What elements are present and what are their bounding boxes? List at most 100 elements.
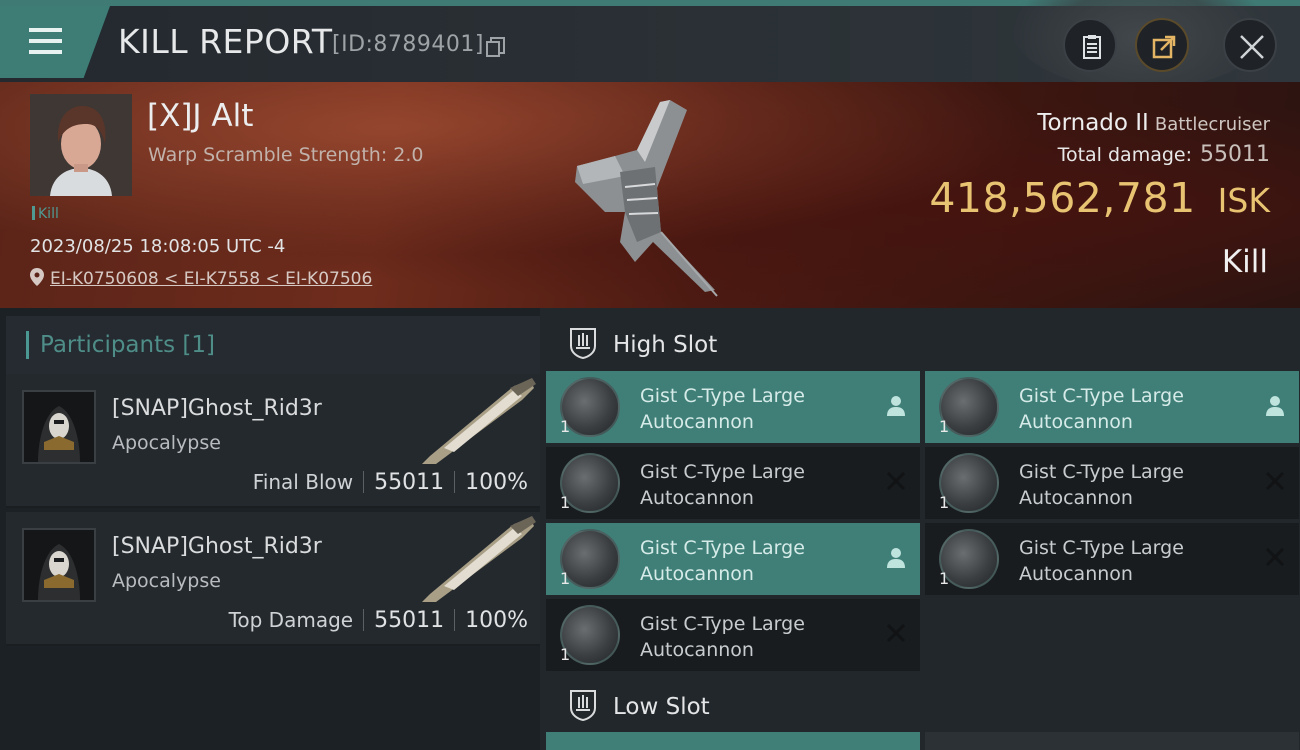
share-button[interactable] <box>1135 18 1189 72</box>
slot-module-partial[interactable] <box>925 732 1299 750</box>
module-name-line1: Gist C-Type Large <box>640 461 805 483</box>
kill-tag-label: Kill <box>38 206 59 222</box>
location-link[interactable]: EI-K0750608 < EI-K7558 < EI-K07506 <box>50 269 372 289</box>
participant-ship: Apocalypse <box>112 432 221 454</box>
ship-name-line: Tornado II Battlecruiser <box>1020 110 1270 136</box>
module-quantity: 1 <box>939 417 950 436</box>
module-name-line2: Autocannon <box>1019 563 1133 585</box>
close-button[interactable] <box>1223 18 1277 72</box>
module-quantity: 1 <box>939 569 950 588</box>
module-name-line2: Autocannon <box>1019 487 1133 509</box>
slot-module[interactable]: 1 Gist C-Type Large Autocannon <box>546 599 920 671</box>
cross-icon <box>1265 547 1285 567</box>
top-bar: KILL REPORT [ID:8789401] <box>0 0 1300 90</box>
participants-title: Participants [1] <box>40 332 215 358</box>
total-damage-value: 55011 <box>1200 142 1270 167</box>
module-quantity: 1 <box>560 417 571 436</box>
fitting-slots-panel: High Slot 1 Gist C-Type Large Autocannon … <box>540 308 1300 750</box>
stats-separator <box>363 471 365 493</box>
low-slot-icon <box>570 690 596 722</box>
ship-name: Tornado II <box>1037 110 1149 136</box>
participant-avatar[interactable] <box>22 390 96 464</box>
module-name-line1: Gist C-Type Large <box>640 613 805 635</box>
participants-header-bar <box>26 331 29 359</box>
module-name-line1: Gist C-Type Large <box>640 385 805 407</box>
module-name-line1: Gist C-Type Large <box>1019 385 1184 407</box>
share-icon <box>1152 35 1176 59</box>
report-id: [ID:8789401] <box>332 32 484 57</box>
module-quantity: 1 <box>560 493 571 512</box>
high-slot-icon <box>570 328 596 360</box>
isk-unit: ISK <box>1217 181 1270 220</box>
participant-avatar[interactable] <box>22 528 96 602</box>
person-icon <box>1266 396 1284 416</box>
slot-module-partial[interactable] <box>546 732 920 750</box>
slot-module[interactable]: 1 Gist C-Type Large Autocannon <box>925 523 1299 595</box>
person-icon <box>887 548 905 568</box>
participant-role: Top Damage <box>228 608 354 632</box>
high-slot-header: High Slot <box>546 312 1300 372</box>
hamburger-menu-icon <box>24 26 62 56</box>
slot-module[interactable]: 1 Gist C-Type Large Autocannon <box>546 523 920 595</box>
cross-icon <box>1265 471 1285 491</box>
participant-damage: 55011 <box>374 470 445 495</box>
module-name: Gist C-Type Large Autocannon <box>640 383 860 435</box>
participant-percent: 100% <box>465 470 528 495</box>
kill-location[interactable]: EI-K0750608 < EI-K7558 < EI-K07506 <box>30 268 372 289</box>
participant-stats: Top Damage 55011 100% <box>166 608 528 633</box>
stats-separator <box>363 609 365 631</box>
clipboard-button[interactable] <box>1063 18 1117 72</box>
module-name-line1: Gist C-Type Large <box>1019 461 1184 483</box>
menu-button[interactable] <box>0 6 110 78</box>
slot-module[interactable]: 1 Gist C-Type Large Autocannon <box>925 447 1299 519</box>
victim-name[interactable]: [X]J Alt <box>147 98 253 134</box>
copy-icon[interactable] <box>486 37 506 57</box>
slot-module[interactable]: 1 Gist C-Type Large Autocannon <box>925 371 1299 443</box>
stats-separator <box>454 609 456 631</box>
participant-name: [SNAP]Ghost_Rid3r <box>112 534 322 559</box>
isk-value-line: 418,562,781 ISK <box>900 174 1270 222</box>
slot-module[interactable]: 1 Gist C-Type Large Autocannon <box>546 447 920 519</box>
module-name: Gist C-Type Large Autocannon <box>1019 535 1239 587</box>
victim-avatar[interactable] <box>30 94 132 196</box>
module-name-line2: Autocannon <box>640 639 754 661</box>
module-name-line2: Autocannon <box>1019 411 1133 433</box>
module-quantity: 1 <box>560 645 571 664</box>
stats-separator <box>454 471 456 493</box>
kill-datetime: 2023/08/25 18:08:05 UTC -4 <box>30 236 286 257</box>
kill-result: Kill <box>1221 244 1268 280</box>
cross-icon <box>886 471 906 491</box>
participant-percent: 100% <box>465 608 528 633</box>
person-icon <box>887 396 905 416</box>
low-slot-header: Low Slot <box>546 674 1300 734</box>
participants-panel: Participants [1] [SNAP]Ghost_Rid3r Apoca… <box>0 308 540 750</box>
module-name: Gist C-Type Large Autocannon <box>640 611 860 663</box>
victim-hero-panel: [X]J Alt Warp Scramble Strength: 2.0 Kil… <box>0 82 1300 308</box>
module-name-line2: Autocannon <box>640 563 754 585</box>
module-name-line2: Autocannon <box>640 487 754 509</box>
module-name-line1: Gist C-Type Large <box>1019 537 1184 559</box>
participant-row[interactable]: [SNAP]Ghost_Rid3r Apocalypse Final Blow 5… <box>6 374 540 508</box>
slot-module[interactable]: 1 Gist C-Type Large Autocannon <box>546 371 920 443</box>
participant-weapon-image <box>422 516 536 602</box>
warp-scramble-strength: Warp Scramble Strength: 2.0 <box>148 144 424 166</box>
participant-row[interactable]: [SNAP]Ghost_Rid3r Apocalypse Top Damage 5… <box>6 512 540 646</box>
participant-stats: Final Blow 55011 100% <box>166 470 528 495</box>
participant-role: Final Blow <box>252 470 354 494</box>
low-slot-title: Low Slot <box>613 694 710 720</box>
total-damage-label: Total damage: <box>1057 144 1192 166</box>
module-name: Gist C-Type Large Autocannon <box>1019 459 1239 511</box>
module-quantity: 1 <box>560 569 571 588</box>
page-title: KILL REPORT <box>118 22 333 61</box>
location-pin-icon <box>30 268 44 286</box>
module-name: Gist C-Type Large Autocannon <box>640 535 860 587</box>
total-damage-line: Total damage: 55011 <box>980 142 1270 167</box>
module-quantity: 1 <box>939 493 950 512</box>
module-name: Gist C-Type Large Autocannon <box>1019 383 1239 435</box>
victim-ship-image <box>575 100 718 297</box>
participants-header: Participants [1] <box>6 316 540 376</box>
cross-icon <box>886 623 906 643</box>
participant-ship: Apocalypse <box>112 570 221 592</box>
high-slot-title: High Slot <box>613 332 718 358</box>
module-name-line2: Autocannon <box>640 411 754 433</box>
